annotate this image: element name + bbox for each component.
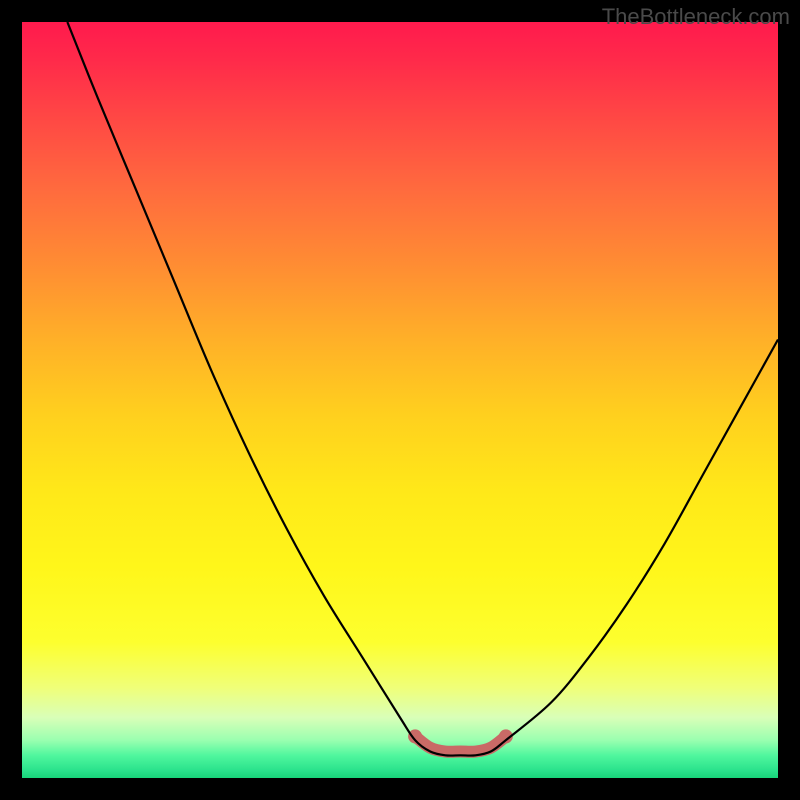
- chart-container: TheBottleneck.com: [0, 0, 800, 800]
- plot-area: [22, 22, 778, 778]
- watermark-text: TheBottleneck.com: [602, 4, 790, 30]
- bottleneck-curve-line: [67, 22, 778, 756]
- curve-svg: [22, 22, 778, 778]
